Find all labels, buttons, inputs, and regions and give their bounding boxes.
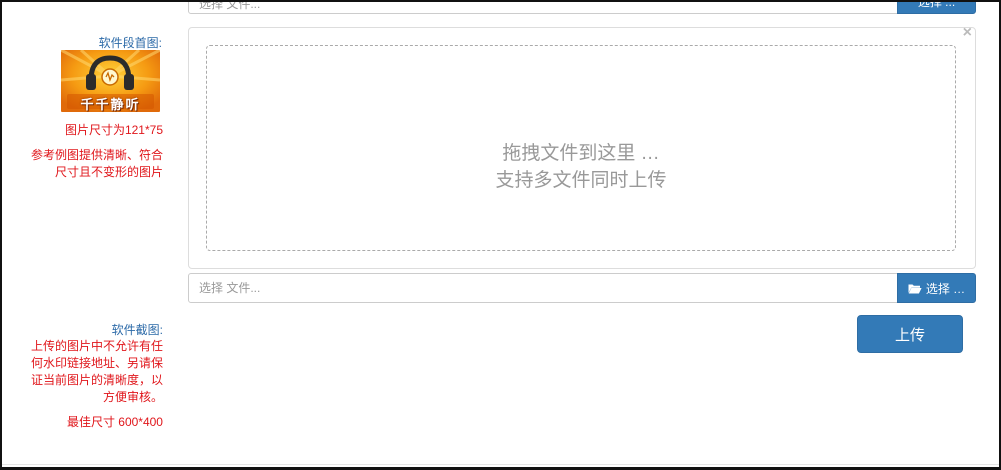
previous-file-input[interactable]: 选择 文件... [188,2,898,14]
screenshot-label: 软件截图: [111,323,163,337]
close-icon[interactable]: × [963,25,972,41]
drop-hint: 拖拽文件到这里 … [502,143,660,164]
browse-button[interactable]: 选择 … [897,273,976,303]
dropzone[interactable]: 拖拽文件到这里 … 支持多文件同时上传 [206,45,956,251]
dropzone-text: 拖拽文件到这里 … 支持多文件同时上传 [207,140,955,194]
file-caption-input[interactable]: 选择 文件... [188,273,898,303]
upload-form: 选择 文件... 选择 ... 软件段首图: 千千静听 图片尺寸为121*75 … [0,0,1001,470]
thumbnail-size-note: 图片尺寸为121*75 [64,123,163,137]
previous-browse-button[interactable]: 选择 ... [897,2,976,14]
best-size-note: 最佳尺寸 600*400 [66,415,163,429]
file-drop-panel: × 拖拽文件到这里 … 支持多文件同时上传 [188,25,976,269]
thumbnail-image-caption: 千千静听 [80,97,141,112]
browse-button-label: 选择 … [925,281,966,296]
thumbnail-example-image: 千千静听 [61,50,160,112]
upload-button[interactable]: 上传 [857,315,963,353]
divider [2,464,999,465]
folder-open-icon [908,284,922,293]
multi-upload-hint: 支持多文件同时上传 [495,170,667,191]
thumbnail-reference-note: 参考例图提供清晰、符合尺寸且不变形的图片 [30,148,163,179]
screenshot-note: 上传的图片中不允许有任何水印链接地址、另请保证当前图片的清晰度，以方便审核。 [30,339,163,404]
thumbnail-label: 软件段首图: [98,36,162,50]
